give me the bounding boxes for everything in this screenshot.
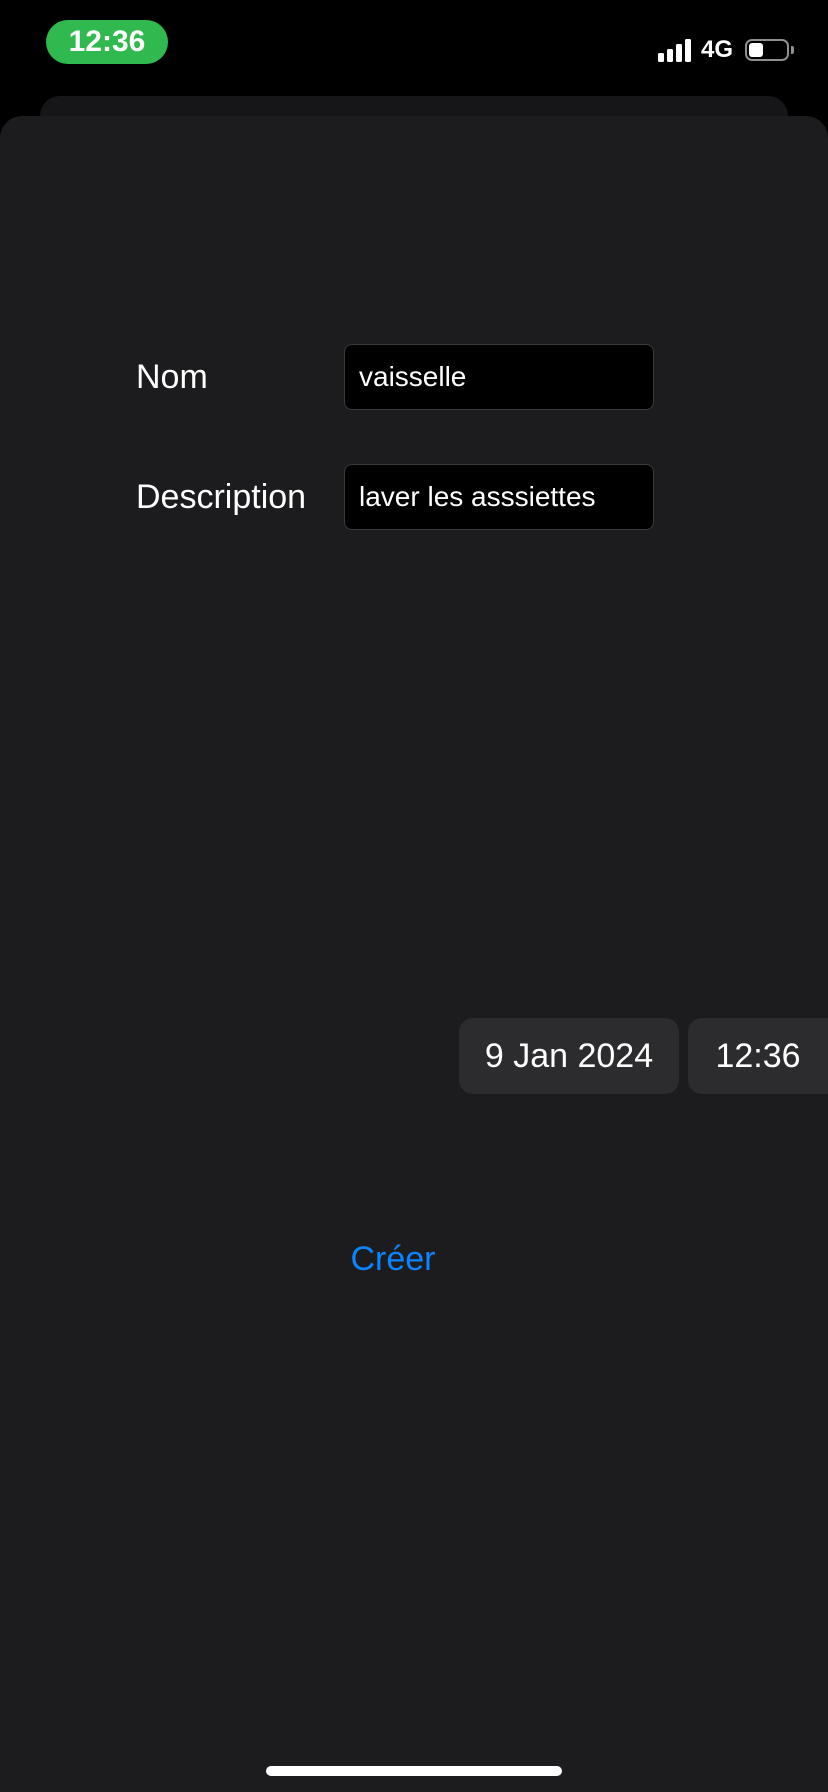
description-field[interactable]: laver les asssiettes bbox=[344, 464, 654, 530]
screen: 12:36 4G Nom vaisselle Description laver… bbox=[0, 0, 828, 1792]
cellular-signal-icon bbox=[657, 38, 691, 62]
battery-tip bbox=[791, 46, 794, 54]
network-type: 4G bbox=[700, 36, 733, 63]
name-field[interactable]: vaisselle bbox=[344, 344, 654, 410]
modal-sheet: Nom vaisselle Description laver les asss… bbox=[0, 116, 828, 1792]
create-button[interactable]: Créer bbox=[328, 1234, 458, 1284]
date-picker-button[interactable]: 9 Jan 2024 bbox=[459, 1018, 679, 1094]
status-bar-right: 4G bbox=[657, 36, 794, 64]
battery-icon bbox=[745, 39, 789, 61]
time-picker-button[interactable]: 12:36 bbox=[688, 1018, 828, 1094]
status-bar-time[interactable]: 12:36 bbox=[46, 20, 168, 64]
name-label: Nom bbox=[136, 358, 208, 396]
home-indicator[interactable] bbox=[266, 1766, 562, 1776]
description-label: Description bbox=[136, 478, 307, 516]
